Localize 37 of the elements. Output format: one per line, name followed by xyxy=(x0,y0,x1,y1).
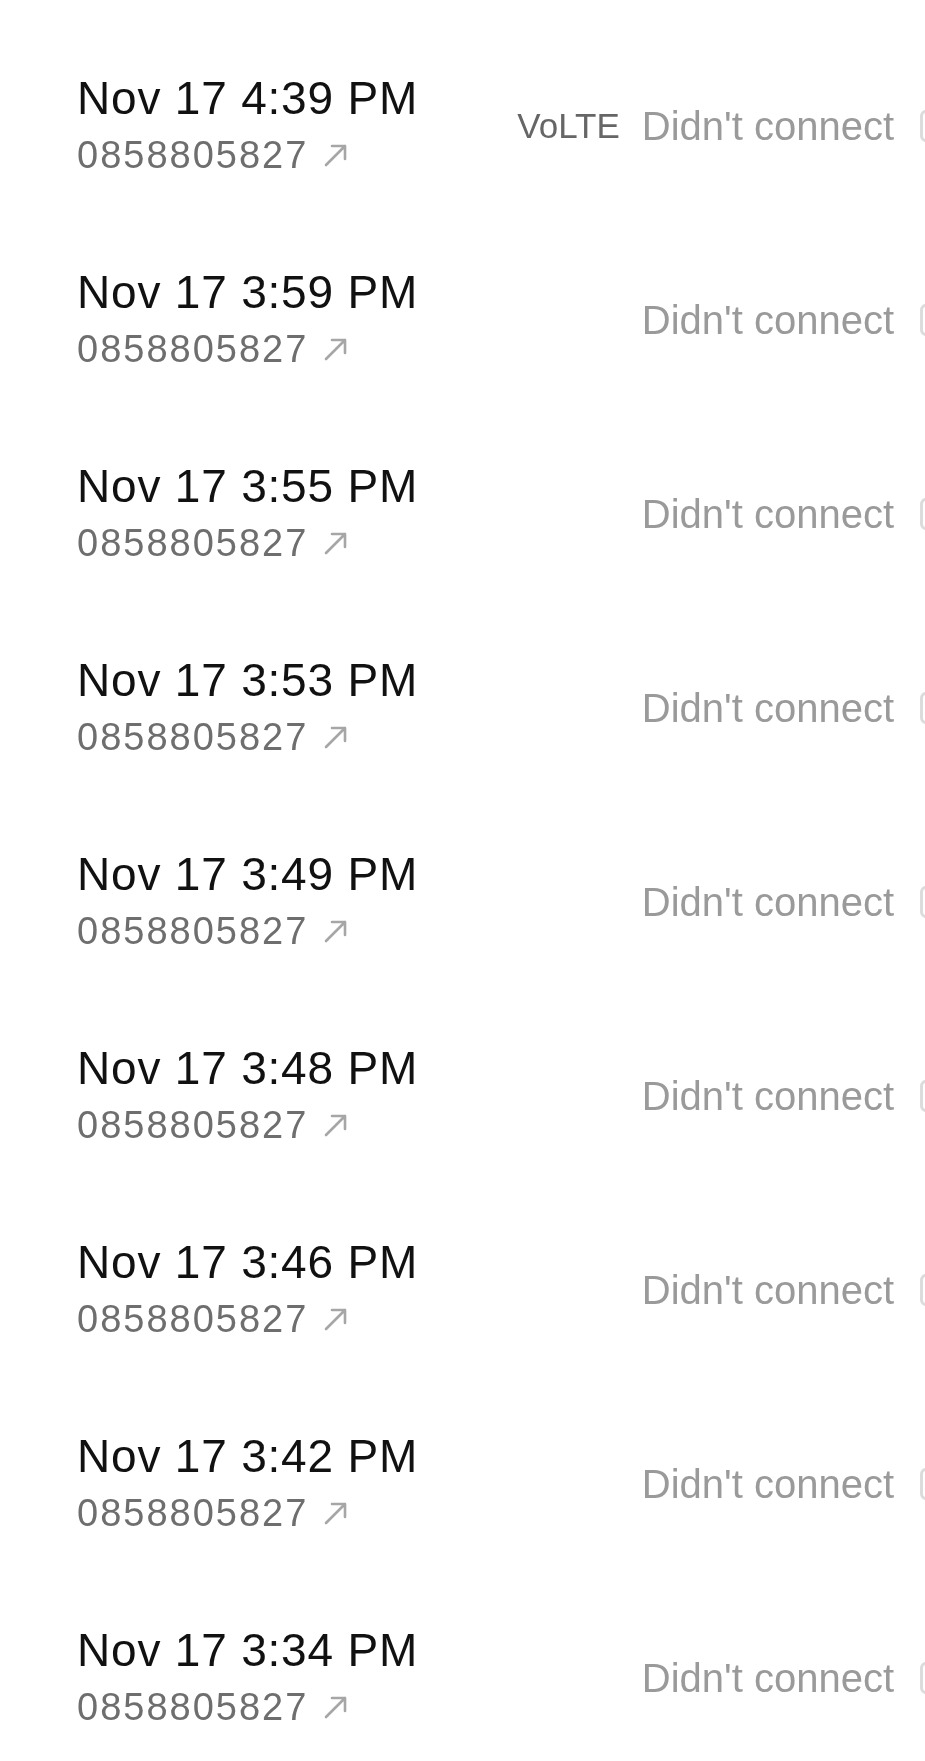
call-status: Didn't connect xyxy=(641,491,894,538)
phone-number: 0858805827 xyxy=(77,1297,309,1342)
call-status: Didn't connect xyxy=(641,685,894,732)
partial-icon xyxy=(920,304,925,336)
partial-icon xyxy=(920,1468,925,1500)
call-status: Didn't connect xyxy=(641,103,894,150)
call-time: Nov 17 3:53 PM xyxy=(77,654,419,706)
partial-icon xyxy=(920,110,925,142)
call-status: Didn't connect xyxy=(641,297,894,344)
phone-number: 0858805827 xyxy=(77,133,309,178)
call-time: Nov 17 3:48 PM xyxy=(77,1042,419,1094)
phone-number: 0858805827 xyxy=(77,521,309,566)
phone-number: 0858805827 xyxy=(77,715,309,760)
partial-icon xyxy=(920,1274,925,1306)
phone-number: 0858805827 xyxy=(77,1685,309,1730)
call-time: Nov 17 3:49 PM xyxy=(77,848,419,900)
call-status: Didn't connect xyxy=(641,1073,894,1120)
phone-number: 0858805827 xyxy=(77,327,309,372)
call-time: Nov 17 3:59 PM xyxy=(77,266,419,318)
partial-icon xyxy=(920,692,925,724)
phone-number: 0858805827 xyxy=(77,1491,309,1536)
call-status: Didn't connect xyxy=(641,1655,894,1702)
call-time: Nov 17 3:46 PM xyxy=(77,1236,419,1288)
call-time: Nov 17 3:55 PM xyxy=(77,460,419,512)
call-status: Didn't connect xyxy=(641,879,894,926)
call-time: Nov 17 4:39 PM xyxy=(77,72,419,124)
partial-icon xyxy=(920,1080,925,1112)
network-label: VoLTE xyxy=(517,105,620,147)
call-time: Nov 17 3:42 PM xyxy=(77,1430,419,1482)
call-time: Nov 17 3:34 PM xyxy=(77,1624,419,1676)
partial-icon xyxy=(920,498,925,530)
partial-icon xyxy=(920,1662,925,1694)
partial-icon xyxy=(920,886,925,918)
phone-number: 0858805827 xyxy=(77,909,309,954)
phone-number: 0858805827 xyxy=(77,1103,309,1148)
call-status: Didn't connect xyxy=(641,1267,894,1314)
call-status: Didn't connect xyxy=(641,1461,894,1508)
